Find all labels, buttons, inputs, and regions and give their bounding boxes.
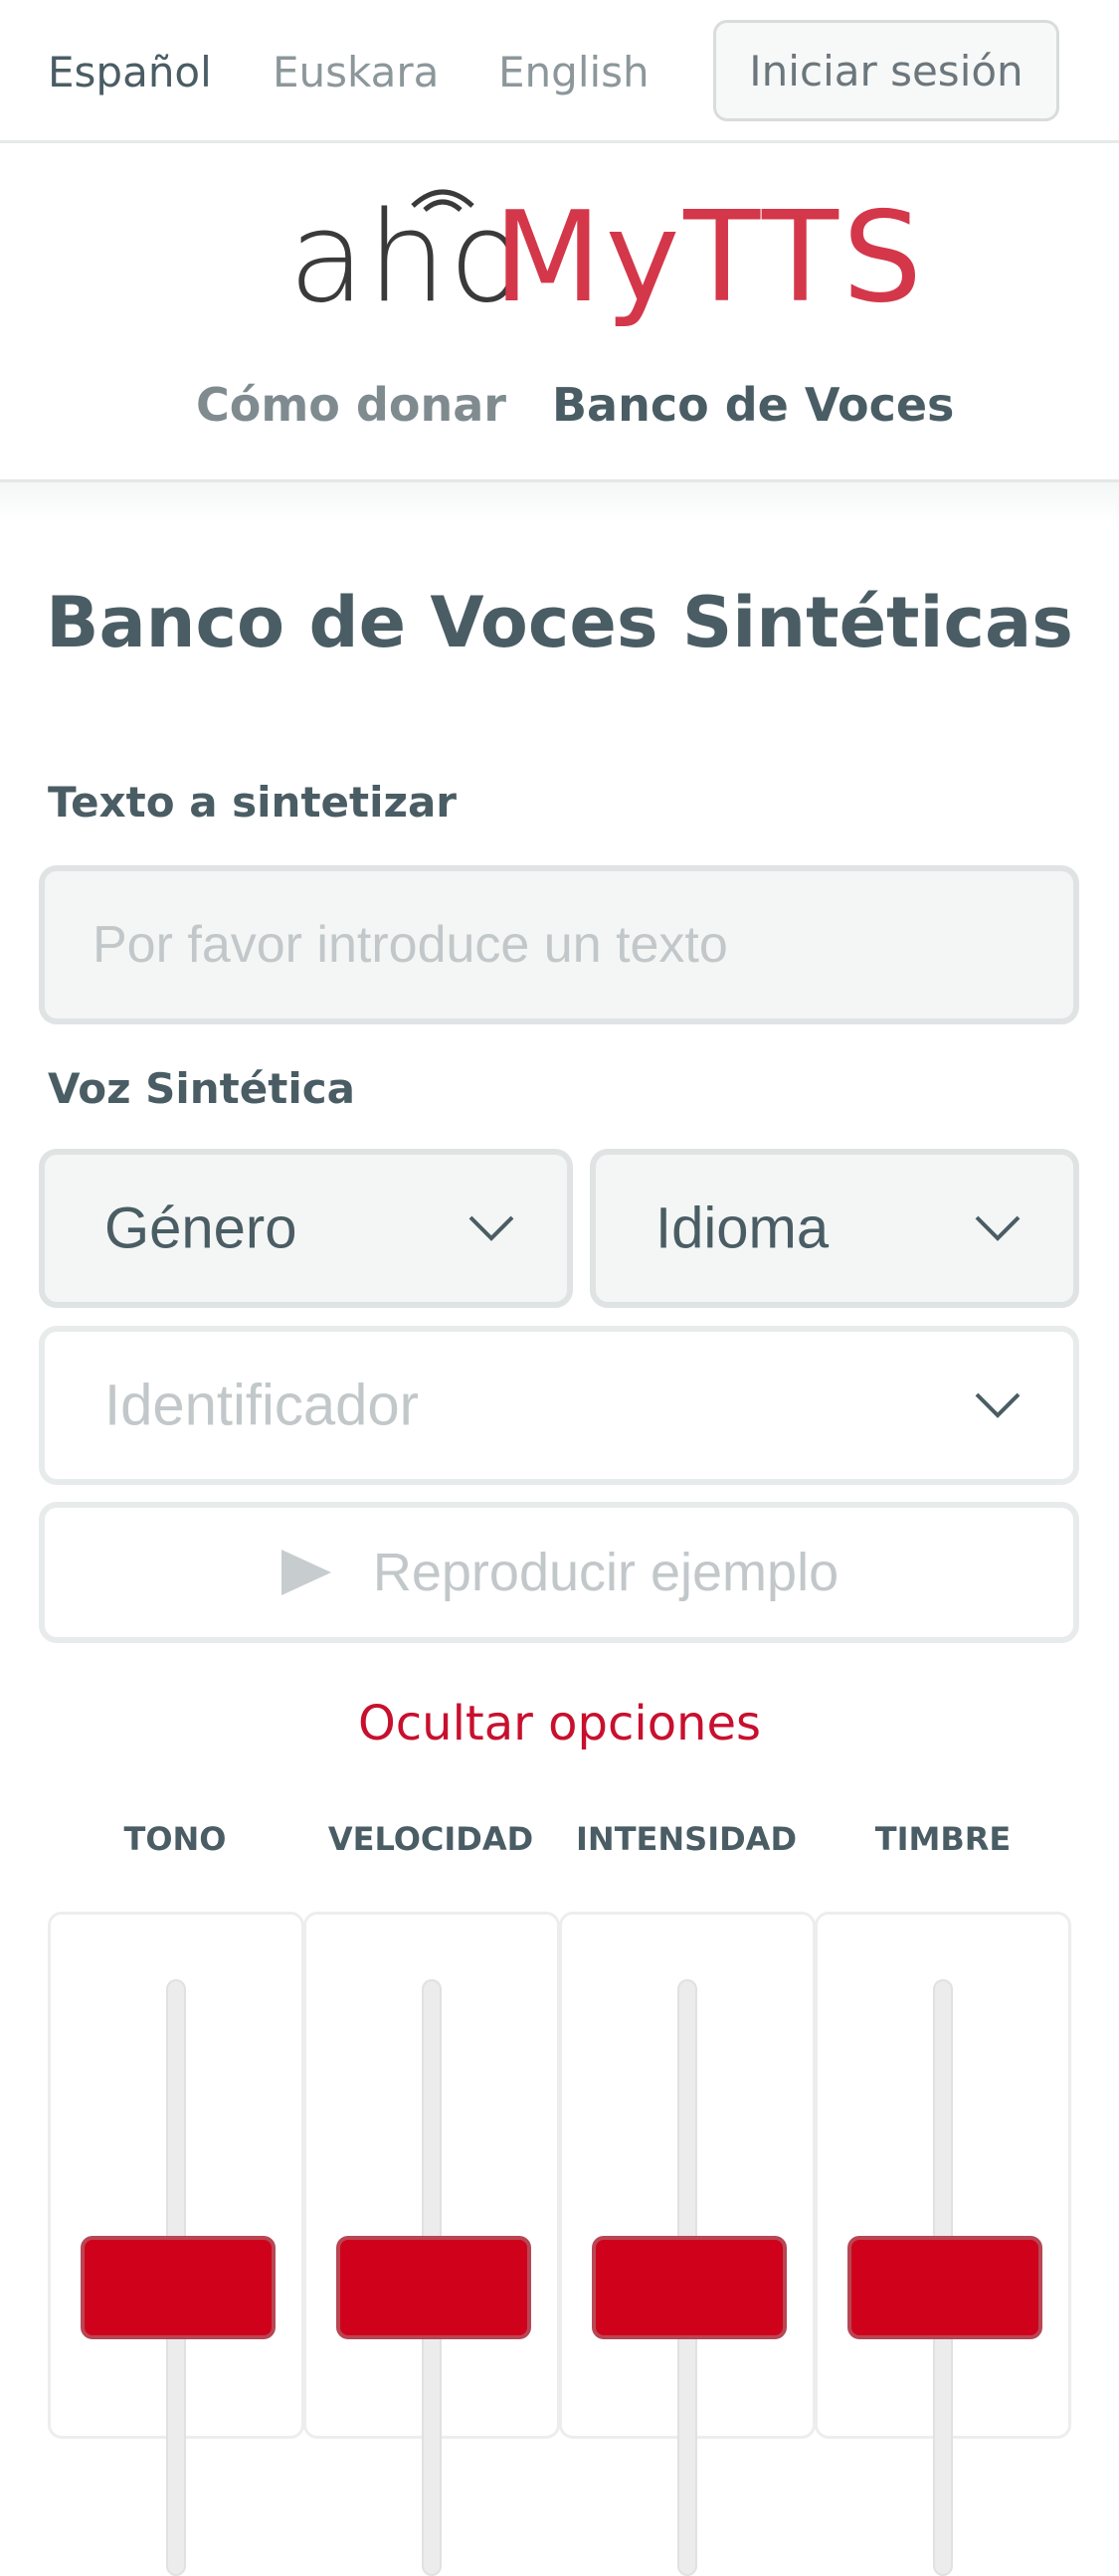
gender-select[interactable]: Género: [39, 1149, 573, 1308]
identifier-select-placeholder: Identificador: [104, 1373, 419, 1438]
language-option-en[interactable]: English: [498, 48, 650, 96]
nav-shadow: [0, 482, 1119, 522]
slider-thumb[interactable]: [847, 2236, 1042, 2339]
text-input[interactable]: [45, 871, 1073, 1018]
logo-brand: MyTTS: [493, 184, 926, 330]
hide-options-link[interactable]: Ocultar opciones: [0, 1696, 1119, 1751]
chevron-down-icon: [975, 1215, 1021, 1241]
page-title: Banco de Voces Sintéticas: [46, 582, 1073, 663]
language-select[interactable]: Idioma: [590, 1149, 1079, 1308]
language-bar: Español Euskara English Iniciar sesión: [0, 0, 1119, 143]
login-button[interactable]: Iniciar sesión: [713, 20, 1059, 121]
voice-label: Voz Sintética: [48, 1064, 355, 1113]
text-input-wrapper: [39, 865, 1079, 1024]
identifier-select[interactable]: Identificador: [39, 1326, 1079, 1485]
slider-intensidad: [559, 1912, 816, 2576]
nav-voice-bank[interactable]: Banco de Voces: [552, 378, 954, 432]
text-label: Texto a sintetizar: [48, 778, 457, 827]
language-select-value: Idioma: [655, 1196, 830, 1261]
slider-label-tono: TONO: [123, 1820, 227, 1858]
slider-velocidad: [303, 1912, 560, 2576]
language-option-es[interactable]: Español: [48, 48, 212, 96]
chevron-down-icon: [975, 1392, 1021, 1418]
logo[interactable]: aho MyTTS: [288, 184, 922, 330]
slider-tono: [48, 1912, 304, 2576]
slider-label-timbre: TIMBRE: [874, 1820, 1012, 1858]
play-sample-content: Reproducir ejemplo: [45, 1508, 1073, 1637]
slider-thumb[interactable]: [336, 2236, 531, 2339]
slider-timbre: [815, 1912, 1071, 2576]
language-option-eu[interactable]: Euskara: [273, 48, 439, 96]
play-sample-label: Reproducir ejemplo: [372, 1543, 839, 1602]
play-sample-button[interactable]: Reproducir ejemplo: [39, 1502, 1079, 1643]
slider-thumb[interactable]: [592, 2236, 787, 2339]
slider-label-velocidad: VELOCIDAD: [327, 1820, 534, 1858]
chevron-down-icon: [468, 1215, 514, 1241]
play-icon: [280, 1550, 331, 1595]
logo-prefix: aho: [288, 184, 528, 330]
slider-label-intensidad: INTENSIDAD: [576, 1820, 797, 1858]
nav-how-to-donate[interactable]: Cómo donar: [196, 378, 506, 432]
slider-thumb[interactable]: [81, 2236, 276, 2339]
gender-select-value: Género: [104, 1196, 297, 1261]
